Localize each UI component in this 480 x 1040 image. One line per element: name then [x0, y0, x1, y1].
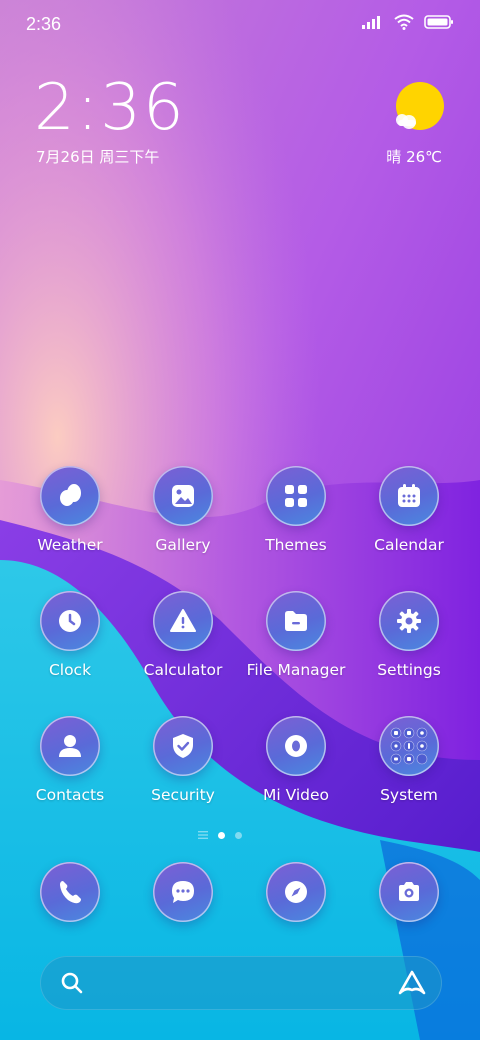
gear-icon [379, 591, 439, 651]
camera-icon [379, 862, 439, 922]
battery-icon [424, 15, 453, 29]
app-weather[interactable]: Weather [15, 462, 125, 572]
compass-icon [266, 862, 326, 922]
app-label: Calculator [143, 661, 223, 679]
app-contacts[interactable]: Contacts [15, 712, 125, 822]
clock-icon [40, 591, 100, 651]
shield-icon [153, 716, 213, 776]
menu-lines-icon [198, 831, 208, 839]
contacts-icon [40, 716, 100, 776]
app-label: Clock [48, 661, 92, 679]
search-icon [61, 972, 83, 994]
app-label: Security [151, 786, 215, 804]
app-themes[interactable]: Themes [241, 462, 351, 572]
app-label: Gallery [155, 536, 211, 554]
app-file-manager[interactable]: File Manager [241, 587, 351, 697]
app-label: System [380, 786, 438, 804]
weather-text: 晴 26℃ [386, 148, 442, 166]
app-gallery[interactable]: Gallery [128, 462, 238, 572]
phone-icon [40, 862, 100, 922]
app-calculator[interactable]: Calculator [128, 587, 238, 697]
app-label: Weather [37, 536, 103, 554]
app-label: Contacts [35, 786, 105, 804]
sunny-cloud-icon[interactable] [390, 82, 446, 136]
calendar-icon [379, 466, 439, 526]
app-security[interactable]: Security [128, 712, 238, 822]
page-dot-active [218, 831, 225, 839]
gallery-icon [153, 466, 213, 526]
page-indicator[interactable] [198, 828, 288, 842]
app-calendar[interactable]: Calendar [354, 462, 464, 572]
app-folder-system[interactable]: System [354, 712, 464, 822]
clock-widget-time[interactable]: 2:36 [34, 76, 186, 140]
app-label: Settings [377, 661, 441, 679]
clock-widget-date: 7月26日 周三下午 [36, 148, 160, 166]
video-icon [266, 716, 326, 776]
status-bar: 2:36 [0, 0, 480, 50]
themes-icon [266, 466, 326, 526]
folder-icon [266, 591, 326, 651]
app-label: Mi Video [262, 786, 330, 804]
wifi-icon [394, 14, 414, 30]
search-bar[interactable] [40, 956, 442, 1010]
folder-grid-icon [379, 716, 439, 776]
calculator-icon [153, 591, 213, 651]
assistant-icon[interactable] [398, 970, 426, 996]
status-icons [362, 14, 454, 30]
app-clock[interactable]: Clock [15, 587, 125, 697]
app-label: Calendar [374, 536, 444, 554]
weather-app-icon [40, 466, 100, 526]
status-time: 2:36 [26, 14, 62, 34]
page-dot [235, 831, 242, 839]
app-settings[interactable]: Settings [354, 587, 464, 697]
messages-icon [153, 862, 213, 922]
signal-icon [362, 16, 380, 29]
app-label: Themes [265, 536, 327, 554]
app-mi-video[interactable]: Mi Video [241, 712, 351, 822]
app-label: File Manager [246, 661, 346, 679]
